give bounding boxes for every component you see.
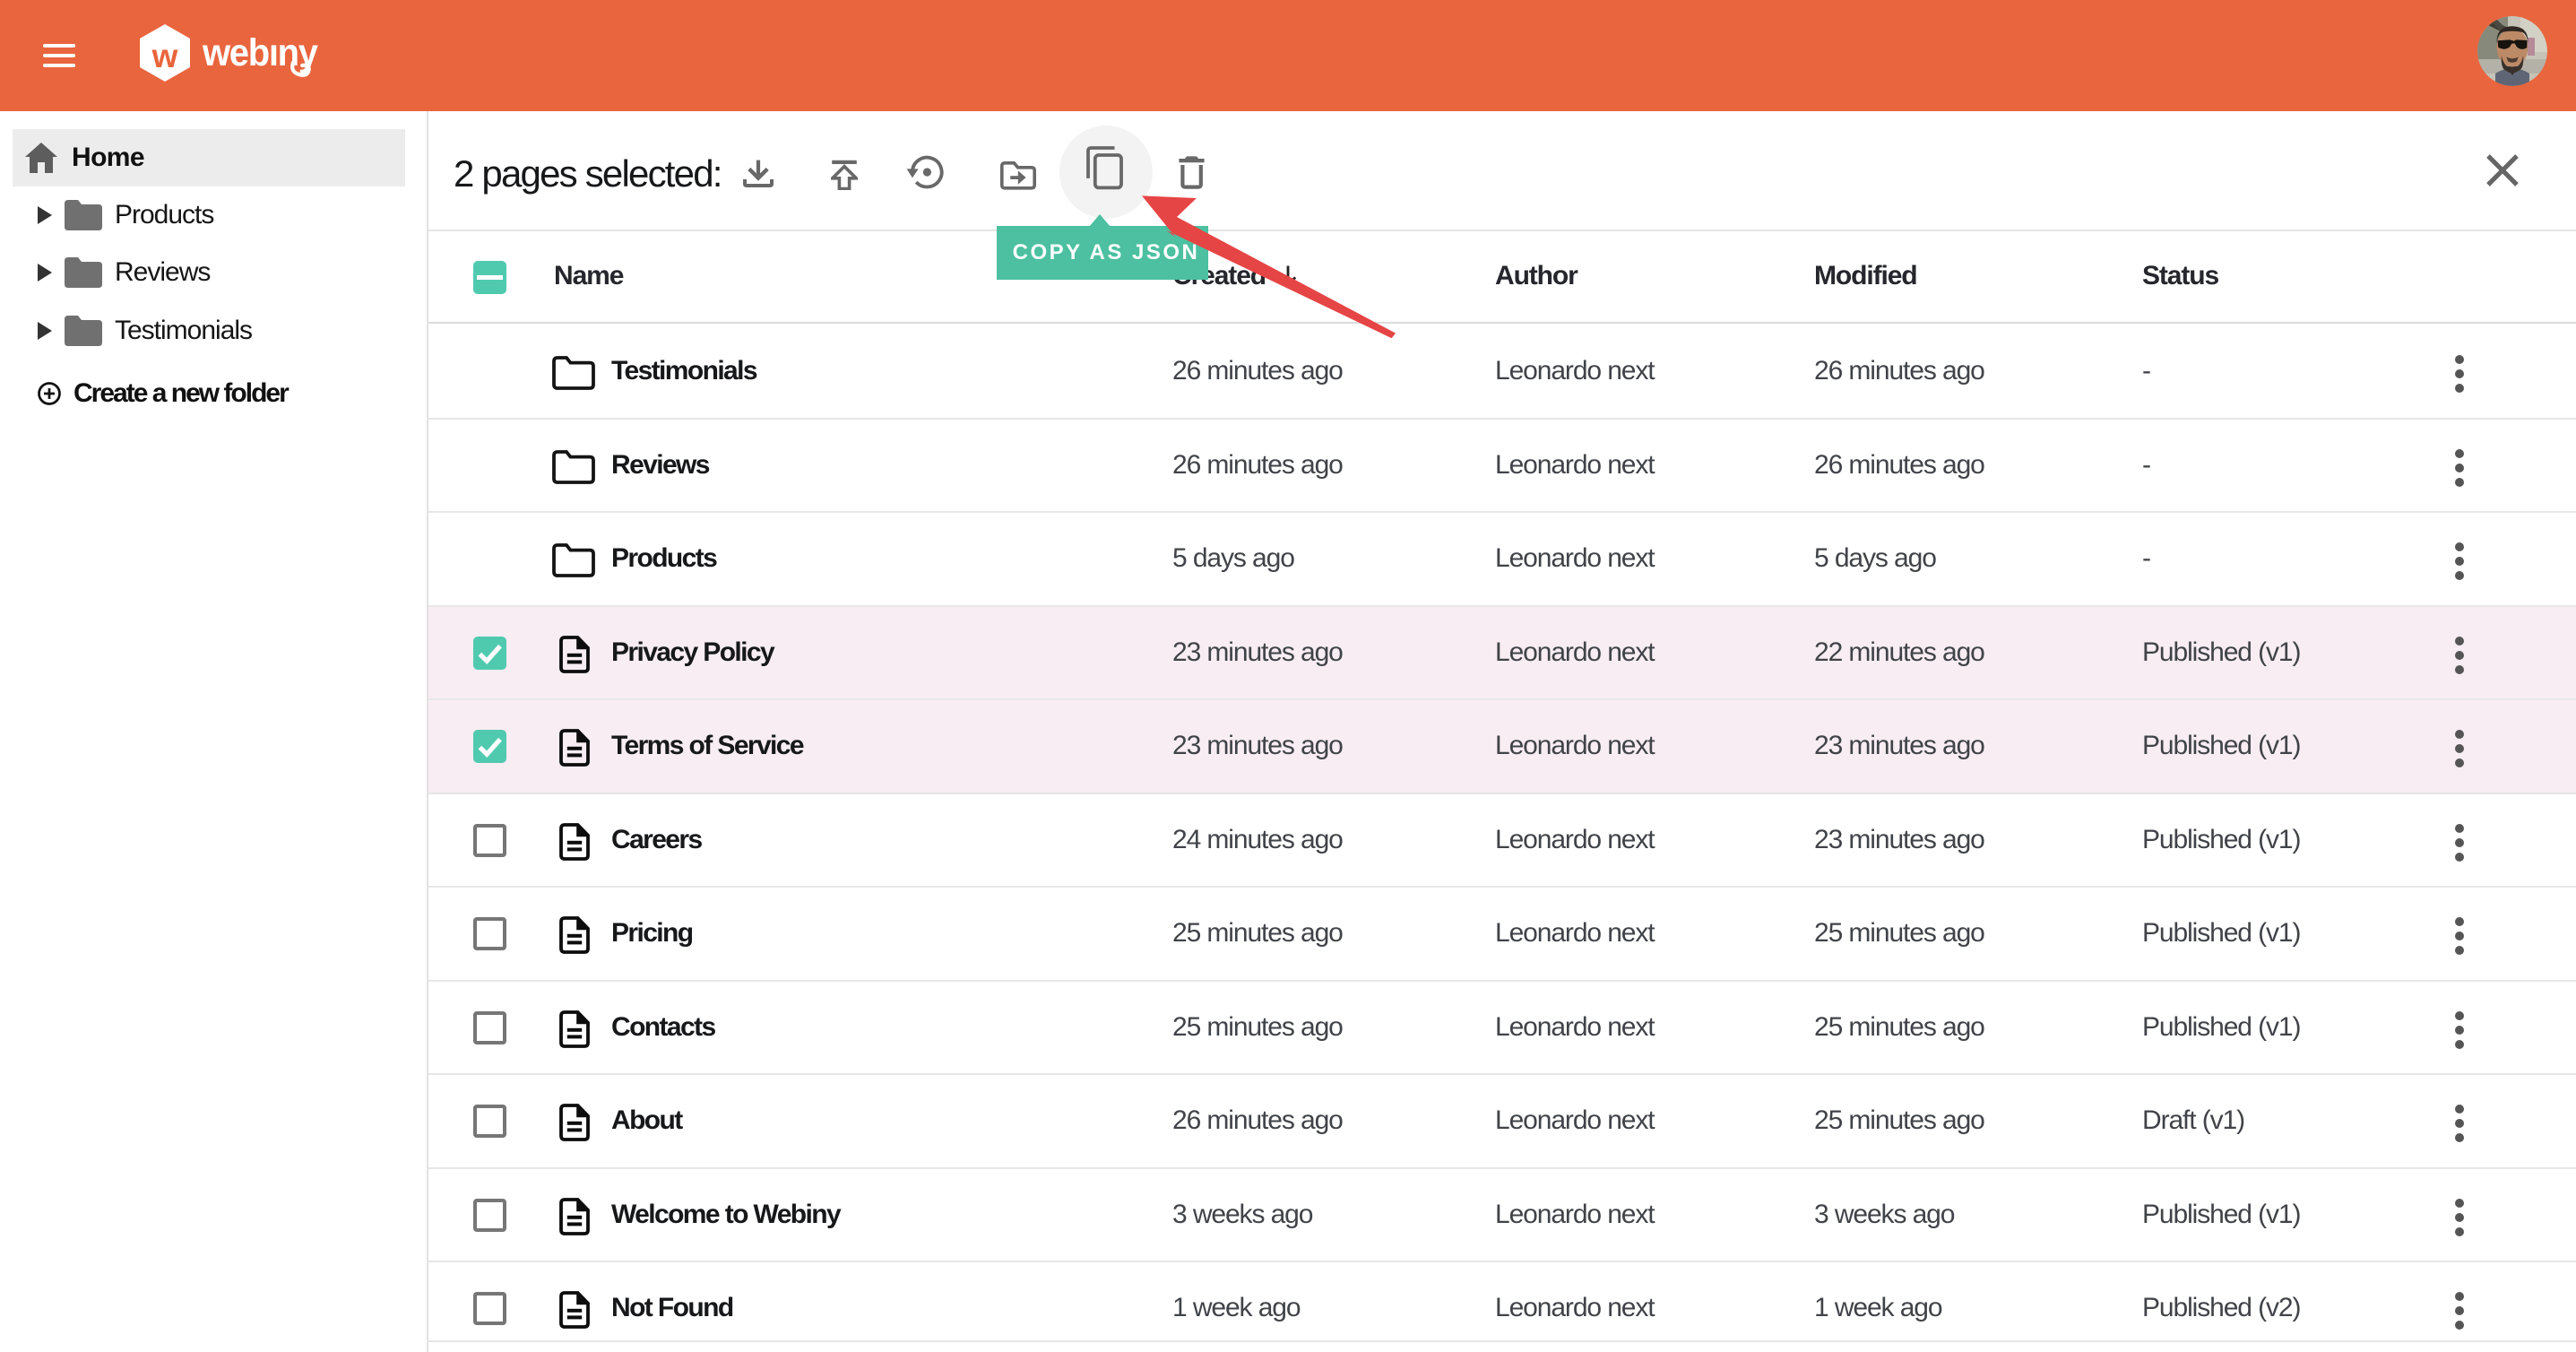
svg-text:w: w (151, 38, 178, 74)
